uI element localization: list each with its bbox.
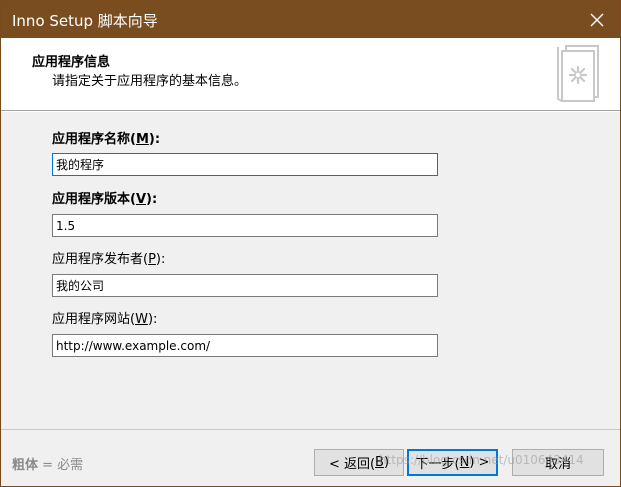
- main-panel: 应用程序名称(M): 应用程序版本(V): 应用程序发布者(P): 应用程序网站…: [1, 112, 620, 429]
- app-version-mnemonic: V: [135, 192, 147, 207]
- title-bar[interactable]: Inno Setup 脚本向导: [1, 1, 620, 38]
- app-version-label: 应用程序版本(V):: [52, 188, 157, 207]
- page-header: 应用程序信息 请指定关于应用程序的基本信息。: [1, 38, 620, 111]
- required-legend: 粗体 = 必需: [12, 454, 83, 473]
- app-name-input[interactable]: [52, 153, 438, 176]
- footer-bar: 粗体 = 必需 < 返回(B) 下一步(N) > 取消: [1, 429, 620, 486]
- back-button[interactable]: < 返回(B): [314, 449, 404, 476]
- app-name-label-text: 应用程序名称(: [52, 132, 136, 147]
- next-button[interactable]: 下一步(N) >: [407, 449, 498, 476]
- page-subtitle: 请指定关于应用程序的基本信息。: [52, 74, 248, 89]
- app-publisher-mnemonic: P: [148, 252, 156, 267]
- app-publisher-input[interactable]: [52, 274, 438, 297]
- app-website-input[interactable]: [52, 334, 438, 357]
- app-name-mnemonic: M: [135, 132, 149, 147]
- app-publisher-label: 应用程序发布者(P):: [52, 248, 165, 267]
- legend-bold-text: 粗体: [12, 458, 39, 473]
- wizard-page-icon: [557, 45, 599, 102]
- app-website-label-text: 应用程序网站(: [52, 312, 136, 327]
- cancel-button[interactable]: 取消: [512, 449, 604, 476]
- app-website-mnemonic: W: [135, 312, 148, 327]
- app-name-label-suffix: ):: [148, 132, 161, 147]
- app-name-label: 应用程序名称(M):: [52, 128, 160, 147]
- app-version-input[interactable]: [52, 214, 438, 237]
- next-button-mnemonic: N: [459, 455, 470, 470]
- window-title: Inno Setup 脚本向导: [12, 12, 158, 30]
- app-publisher-label-text: 应用程序发布者(: [52, 252, 149, 267]
- cancel-button-label: 取消: [544, 457, 571, 472]
- app-version-label-suffix: ):: [146, 192, 158, 207]
- legend-rest-text: = 必需: [38, 458, 84, 473]
- app-publisher-label-suffix: ):: [155, 252, 166, 267]
- close-icon: [590, 13, 604, 26]
- next-button-suffix: ) >: [469, 455, 490, 470]
- back-button-suffix: ): [383, 455, 390, 470]
- app-website-label: 应用程序网站(W):: [52, 308, 157, 327]
- back-button-mnemonic: B: [375, 455, 384, 470]
- page-title: 应用程序信息: [32, 55, 111, 70]
- next-button-label: 下一步(: [415, 457, 460, 472]
- back-button-label: < 返回(: [328, 457, 376, 472]
- close-button[interactable]: [574, 1, 620, 38]
- app-version-label-text: 应用程序版本(: [52, 192, 136, 207]
- app-website-label-suffix: ):: [147, 312, 158, 327]
- wizard-window: Inno Setup 脚本向导 应用程序信息 请指定关于应用程序的基本信息。 应…: [0, 0, 621, 487]
